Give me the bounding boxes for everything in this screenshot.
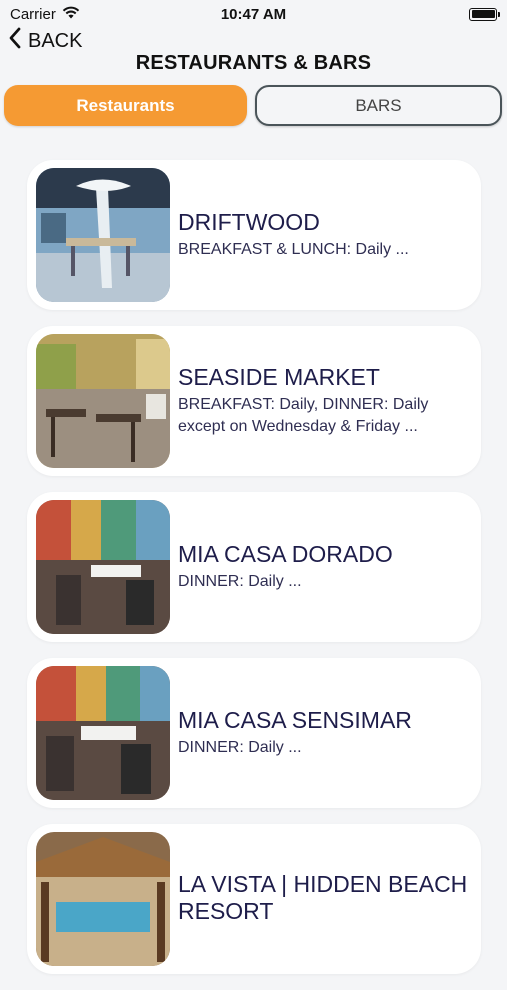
page-title: RESTAURANTS & BARS — [135, 52, 372, 74]
venue-list: DRIFTWOOD BREAKFAST & LUNCH: Daily ... S… — [27, 160, 481, 990]
venue-info: DRIFTWOOD BREAKFAST & LUNCH: Daily ... — [178, 209, 421, 261]
venue-info: MIA CASA SENSIMAR DINNER: Daily ... — [178, 707, 424, 759]
venue-photo — [36, 168, 170, 302]
venue-name: LA VISTA | HIDDEN BEACH RESORT — [178, 870, 468, 924]
segmented-control: Restaurants BARS — [4, 85, 502, 127]
venue-card-la-vista[interactable]: LA VISTA | HIDDEN BEACH RESORT — [27, 824, 481, 974]
status-left: Carrier — [10, 6, 80, 23]
venue-card-seaside-market[interactable]: SEASIDE MARKET BREAKFAST: Daily, DINNER:… — [27, 326, 481, 476]
venue-photo — [36, 500, 170, 634]
chevron-left-icon — [8, 27, 22, 55]
status-bar: Carrier 10:47 AM — [0, 0, 507, 28]
venue-card-driftwood[interactable]: DRIFTWOOD BREAKFAST & LUNCH: Daily ... — [27, 160, 481, 310]
venue-hours: BREAKFAST & LUNCH: Daily ... — [178, 241, 409, 258]
venue-photo — [36, 832, 170, 966]
venue-hours: DINNER: Daily ... — [178, 739, 302, 756]
back-label: BACK — [28, 29, 83, 52]
venue-card-mia-casa-dorado[interactable]: MIA CASA DORADO DINNER: Daily ... — [27, 492, 481, 642]
carrier-label: Carrier — [10, 5, 56, 23]
venue-info: LA VISTA | HIDDEN BEACH RESORT — [178, 871, 481, 928]
venue-card-mia-casa-sensimar[interactable]: MIA CASA SENSIMAR DINNER: Daily ... — [27, 658, 481, 808]
venue-info: MIA CASA DORADO DINNER: Daily ... — [178, 541, 405, 593]
venue-name: SEASIDE MARKET — [178, 364, 380, 390]
venue-name: MIA CASA DORADO — [178, 541, 393, 567]
tab-bars[interactable]: BARS — [255, 85, 502, 126]
venue-name: DRIFTWOOD — [178, 209, 320, 235]
venue-hours: DINNER: Daily ... — [178, 573, 302, 590]
venue-photo — [36, 666, 170, 800]
venue-hours: BREAKFAST: Daily, DINNER: Daily except o… — [178, 396, 429, 435]
wifi-icon — [62, 6, 80, 23]
venue-photo — [36, 334, 170, 468]
battery-icon — [469, 7, 500, 21]
tab-restaurants[interactable]: Restaurants — [4, 85, 247, 126]
back-button[interactable]: BACK — [8, 27, 83, 55]
venue-info: SEASIDE MARKET BREAKFAST: Daily, DINNER:… — [178, 364, 481, 438]
venue-name: MIA CASA SENSIMAR — [178, 707, 412, 733]
